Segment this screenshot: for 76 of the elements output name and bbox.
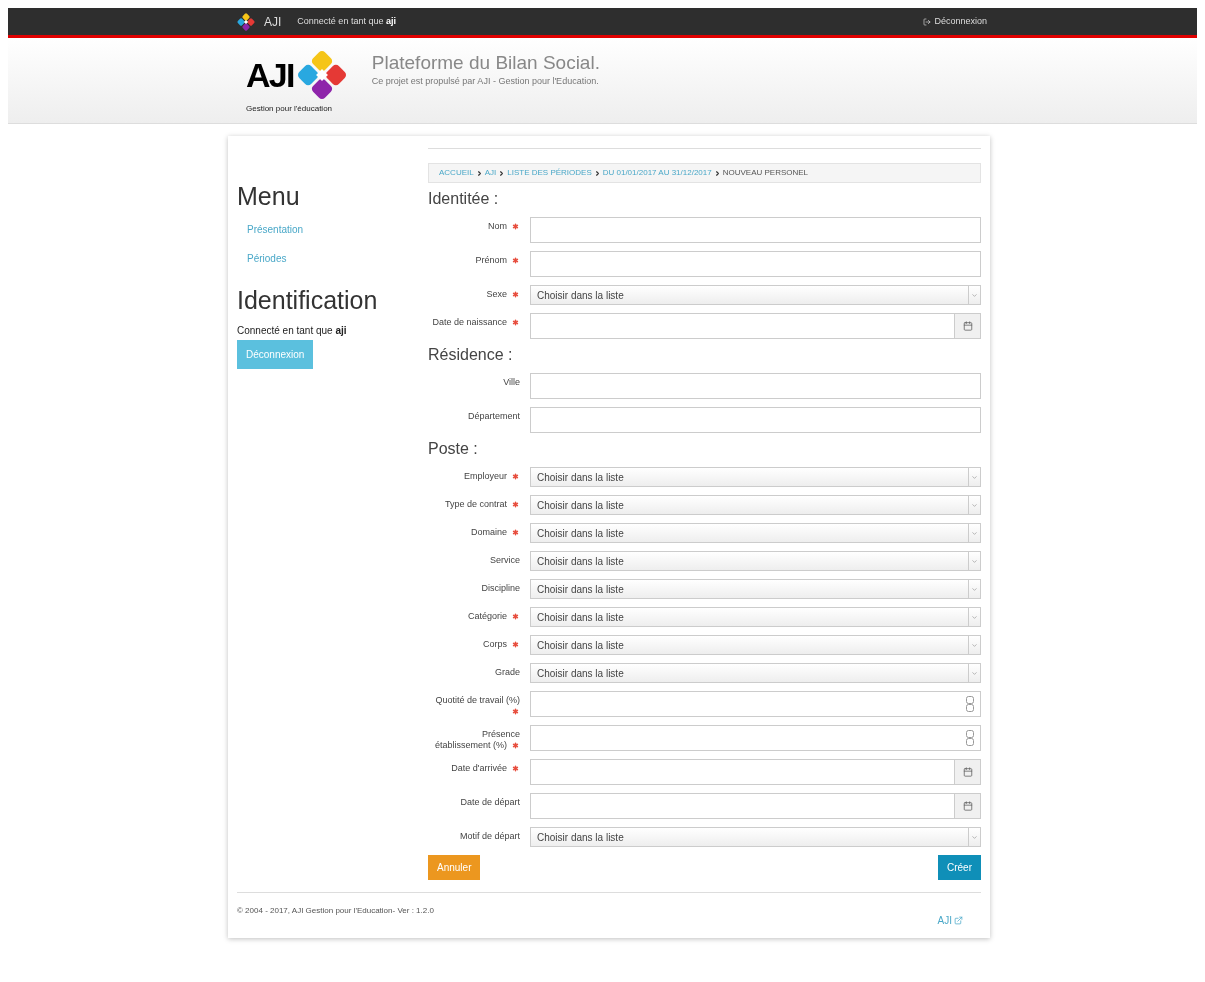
section-heading: Résidence : (428, 345, 514, 365)
logo-icon (236, 11, 256, 32)
select-field[interactable]: Choisir dans la liste (530, 467, 981, 487)
page-title: Plateforme du Bilan Social. (371, 50, 600, 75)
field-label: Nom (488, 221, 507, 231)
field-label: Motif de départ (459, 831, 520, 841)
select-field[interactable]: Choisir dans la liste (530, 827, 981, 847)
create-button[interactable]: Créer (938, 855, 981, 880)
spinner-icon (966, 696, 974, 712)
caret-icon (971, 585, 978, 593)
field-label: Département (467, 411, 520, 421)
copyright-text: © 2004 - 2017, AJI Gestion pour l'Education- Ver : 1.2.0 (237, 905, 434, 917)
caret-icon (971, 557, 978, 565)
field-label: Corps (483, 639, 507, 649)
field-label: Quotité de travail (%) (435, 695, 520, 705)
date-field[interactable] (530, 793, 981, 819)
field-label: Grade (495, 667, 520, 677)
calendar-icon (962, 767, 973, 777)
caret-icon (971, 501, 978, 509)
select-field[interactable]: Choisir dans la liste (530, 663, 981, 683)
logo-text: AJI (246, 57, 294, 92)
field-label: Catégorie (467, 611, 507, 621)
page-subtitle: Ce projet est propulsé par AJI - Gestion pour l'Education. (371, 74, 600, 88)
chevron-icon (713, 169, 721, 177)
field-label: Type de contrat (444, 499, 507, 509)
chevron-icon (475, 169, 483, 177)
select-field[interactable]: Choisir dans la liste (530, 579, 981, 599)
field-label: Date de naissance (432, 317, 507, 327)
chevron-icon (498, 169, 506, 177)
text-field[interactable] (530, 251, 981, 277)
text-field[interactable] (530, 217, 981, 243)
field-label: Prénom (475, 255, 507, 265)
select-field[interactable]: Choisir dans la liste (530, 285, 981, 305)
number-field[interactable] (530, 691, 981, 717)
field-label: Sexe (486, 289, 507, 299)
spinner-icon (966, 730, 974, 746)
logo-tagline: Gestion pour l'éducation (246, 102, 334, 115)
field-label: Service (490, 555, 520, 565)
select-field[interactable]: Choisir dans la liste (530, 551, 981, 571)
chevron-icon (593, 169, 601, 177)
number-field[interactable] (530, 725, 981, 751)
breadcrumb-current: NOUVEAU PERSONEL (722, 167, 809, 179)
select-field[interactable]: Choisir dans la liste (530, 635, 981, 655)
select-field[interactable]: Choisir dans la liste (530, 607, 981, 627)
logout-link[interactable]: Déconnexion (923, 14, 987, 29)
caret-icon (971, 473, 978, 481)
field-label: Employeur (463, 471, 507, 481)
identification-heading: Identification (237, 284, 379, 316)
caret-icon (971, 641, 978, 649)
field-label: Date de départ (460, 797, 520, 807)
calendar-icon (962, 801, 973, 811)
user-status: Connecté en tant que aji (297, 14, 396, 28)
caret-icon (971, 669, 978, 677)
caret-icon (971, 529, 978, 537)
field-label: Présence établissement (%) (434, 729, 520, 750)
field-label: Ville (503, 377, 520, 387)
caret-icon (971, 291, 978, 299)
select-field[interactable]: Choisir dans la liste (530, 495, 981, 515)
menu-heading: Menu (237, 181, 301, 212)
field-label: Discipline (481, 583, 520, 593)
field-label: Date d'arrivée (451, 763, 507, 773)
date-field[interactable] (530, 759, 981, 785)
select-field[interactable]: Choisir dans la liste (530, 523, 981, 543)
text-field[interactable] (530, 373, 981, 399)
section-heading: Poste : (428, 439, 479, 459)
brand-link[interactable]: AJI (264, 12, 282, 31)
caret-icon (971, 613, 978, 621)
date-field[interactable] (530, 313, 981, 339)
external-link-icon (954, 916, 963, 925)
user-status: Connecté en tant que aji (237, 324, 348, 338)
caret-icon (971, 833, 978, 841)
logout-icon (923, 17, 932, 26)
field-label: Domaine (470, 527, 507, 537)
section-heading: Identitée : (428, 189, 500, 209)
text-field[interactable] (530, 407, 981, 433)
calendar-icon (962, 321, 973, 331)
